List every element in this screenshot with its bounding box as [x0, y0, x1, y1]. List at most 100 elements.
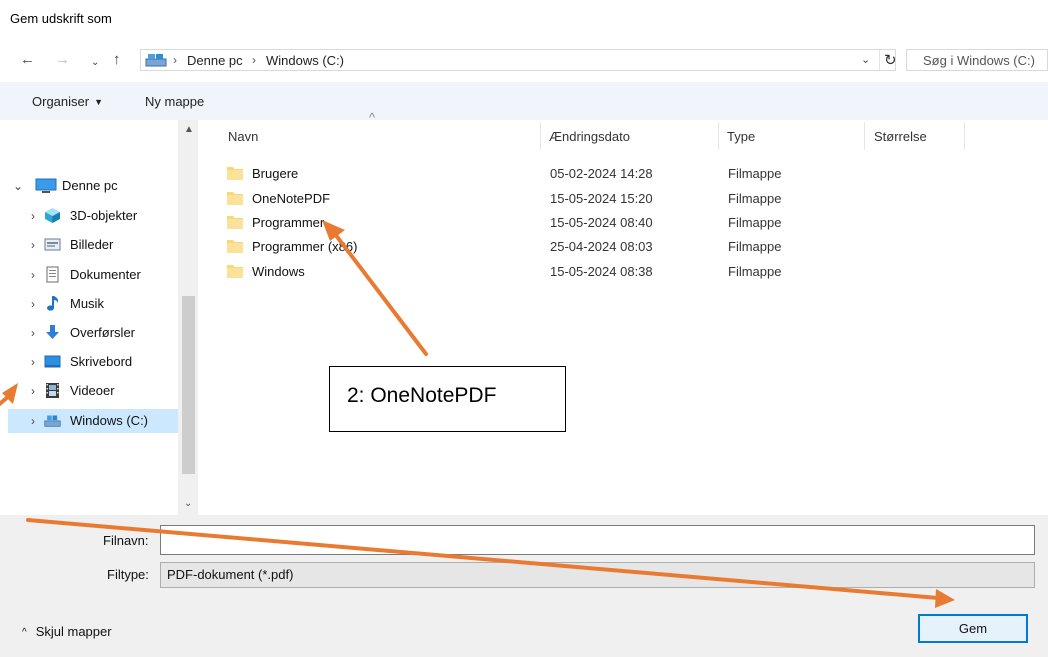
file-name: Programmer (x86) [252, 239, 358, 254]
file-name: Programmer [252, 215, 325, 230]
file-date: 25-04-2024 08:03 [550, 239, 653, 254]
new-folder-button[interactable]: Ny mappe [145, 94, 204, 109]
navigation-pane: ⌄ Denne pc › 3D-objekter › Billeder › Do… [0, 120, 198, 515]
filename-input[interactable] [160, 525, 1035, 555]
file-name: Brugere [252, 166, 299, 181]
nav-item-windows-c[interactable]: › Windows (C:) [8, 409, 178, 433]
filetype-value: PDF-dokument (*.pdf) [167, 567, 294, 582]
scroll-down-icon[interactable]: ⌄ [184, 498, 192, 509]
column-separator[interactable] [864, 122, 865, 150]
column-header-date[interactable]: Ændringsdato [549, 129, 630, 144]
organise-label: Organiser [32, 94, 90, 109]
nav-item-dokumenter[interactable]: › Dokumenter [0, 263, 178, 287]
up-icon[interactable]: ↑ [113, 52, 121, 68]
file-type: Filmappe [728, 264, 782, 279]
nav-item-billeder[interactable]: › Billeder [0, 233, 178, 257]
film-icon [46, 383, 59, 398]
search-placeholder: Søg i Windows (C:) [923, 53, 1035, 68]
forward-icon[interactable]: → [55, 52, 70, 68]
nav-item-overforsler[interactable]: › Overførsler [0, 321, 178, 345]
file-row[interactable]: Windows 15-05-2024 08:38 Filmappe [218, 261, 898, 285]
column-header-type[interactable]: Type [727, 129, 755, 144]
folder-icon [227, 167, 243, 180]
column-separator[interactable] [718, 122, 719, 150]
file-date: 05-02-2024 14:28 [550, 166, 653, 181]
column-separator[interactable] [540, 122, 541, 150]
nav-item-label: Windows (C:) [70, 413, 149, 428]
collapsed-chevron-right-icon[interactable]: › [31, 326, 35, 340]
file-date: 15-05-2024 08:40 [550, 215, 653, 230]
nav-item-label: Musik [70, 296, 104, 311]
file-name: Windows [252, 264, 305, 279]
collapsed-chevron-right-icon[interactable]: › [31, 414, 35, 428]
file-row[interactable]: Programmer 15-05-2024 08:40 Filmappe [218, 212, 898, 236]
refresh-icon[interactable]: ↻ [884, 51, 897, 69]
collapsed-chevron-right-icon[interactable]: › [31, 297, 35, 311]
collapsed-chevron-right-icon[interactable]: › [31, 355, 35, 369]
callout-text: 2: OneNotePDF [347, 384, 497, 407]
folder-icon [227, 192, 243, 205]
nav-item-musik[interactable]: › Musik [0, 292, 178, 316]
folder-icon [227, 265, 243, 278]
cube-3d-icon [45, 208, 60, 223]
recent-locations-chevron-down-icon[interactable]: ⌄ [91, 55, 99, 71]
scroll-up-icon[interactable]: ▲ [184, 124, 194, 135]
nav-item-label: Dokumenter [70, 267, 141, 282]
caret-down-icon: ▼ [94, 97, 103, 107]
desktop-icon [44, 355, 61, 368]
column-separator[interactable] [964, 122, 965, 150]
nav-item-label: Billeder [70, 237, 114, 252]
save-button[interactable]: Gem [918, 614, 1028, 643]
collapsed-chevron-right-icon[interactable]: › [31, 238, 35, 252]
search-input[interactable]: Søg i Windows (C:) [906, 49, 1048, 71]
breadcrumb-windows-c[interactable]: Windows (C:) [266, 53, 344, 68]
chevron-up-icon: ^ [22, 627, 27, 638]
file-row[interactable]: OneNotePDF 15-05-2024 15:20 Filmappe [218, 188, 898, 212]
folder-icon [227, 216, 243, 229]
file-type: Filmappe [728, 239, 782, 254]
file-row[interactable]: Brugere 05-02-2024 14:28 Filmappe [218, 163, 898, 187]
nav-item-label: Overførsler [70, 325, 135, 340]
file-name: OneNotePDF [252, 191, 331, 206]
filetype-select[interactable]: PDF-dokument (*.pdf) [160, 562, 1035, 588]
breadcrumb-denne-pc[interactable]: Denne pc [187, 53, 243, 68]
collapsed-chevron-right-icon[interactable]: › [31, 384, 35, 398]
column-header-size[interactable]: Størrelse [874, 129, 927, 144]
nav-item-label: Videoer [70, 383, 115, 398]
annotation-callout: 2: OneNotePDF [329, 366, 566, 432]
file-date: 15-05-2024 15:20 [550, 191, 653, 206]
address-dropdown-chevron-down-icon[interactable]: ⌄ [861, 53, 870, 66]
column-header-name[interactable]: Navn [228, 129, 258, 144]
address-separator [879, 50, 880, 70]
nav-item-label: 3D-objekter [70, 208, 138, 223]
monitor-icon [35, 178, 57, 193]
drive-icon [44, 415, 61, 427]
download-arrow-icon [46, 325, 59, 339]
nav-item-denne-pc[interactable]: ⌄ Denne pc [0, 174, 178, 198]
hide-folders-label: Skjul mapper [35, 624, 112, 639]
collapsed-chevron-right-icon[interactable]: › [31, 209, 35, 223]
collapsed-chevron-right-icon[interactable]: › [31, 268, 35, 282]
nav-item-3d-objekter[interactable]: › 3D-objekter [0, 204, 178, 228]
folder-icon [227, 240, 243, 253]
organise-button[interactable]: Organiser ▼ [32, 94, 103, 109]
sort-ascending-icon: ^ [369, 110, 376, 125]
nav-item-skrivebord[interactable]: › Skrivebord [0, 350, 178, 374]
scrollbar-thumb[interactable] [182, 296, 195, 474]
back-icon[interactable]: ← [20, 52, 35, 68]
nav-item-videoer[interactable]: › Videoer [0, 379, 178, 403]
drive-icon [145, 54, 167, 67]
file-type: Filmappe [728, 191, 782, 206]
filename-label: Filnavn: [103, 533, 149, 548]
music-note-icon [47, 296, 59, 311]
expanded-chevron-down-icon[interactable]: ⌄ [13, 179, 23, 193]
filetype-label: Filtype: [107, 567, 149, 582]
file-row[interactable]: Programmer (x86) 25-04-2024 08:03 Filmap… [218, 236, 898, 260]
hide-folders-button[interactable]: ^ Skjul mapper [22, 624, 112, 639]
pictures-icon [44, 238, 61, 251]
address-bar[interactable]: › Denne pc › Windows (C:) ⌄ ↻ [140, 49, 897, 71]
toolbar: Organiser ▼ Ny mappe [0, 82, 1048, 120]
nav-item-label: Denne pc [62, 178, 118, 193]
nav-item-label: Skrivebord [70, 354, 133, 369]
breadcrumb-chevron-icon: › [252, 53, 256, 67]
